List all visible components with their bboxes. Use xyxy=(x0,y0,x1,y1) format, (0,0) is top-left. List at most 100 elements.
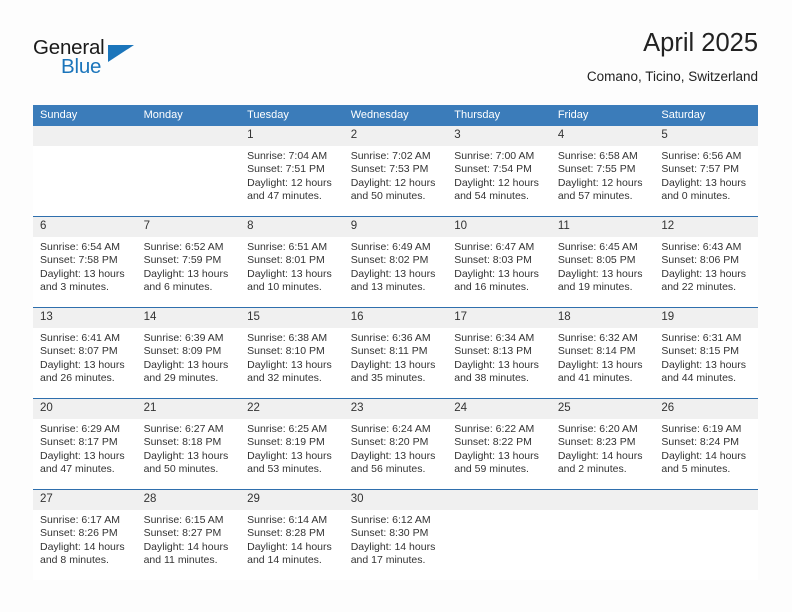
day-sun-info: Sunrise: 6:39 AM Sunset: 8:09 PM Daylight:… xyxy=(137,328,241,386)
sunset-text: Sunset: 8:10 PM xyxy=(247,345,325,358)
weekday-header-wednesday: Wednesday xyxy=(343,105,448,126)
calendar-day-cell[interactable]: 24 Sunrise: 6:22 AM Sunset: 8:22 PM Dayligh… xyxy=(447,398,551,490)
sunrise-text: Sunrise: 6:25 AM xyxy=(247,423,328,435)
sunset-text: Sunset: 8:18 PM xyxy=(143,436,222,449)
calendar-day-cell[interactable]: 12 Sunrise: 6:43 AM Sunset: 8:06 PM Dayligh… xyxy=(654,216,758,308)
calendar-day-cell[interactable]: 1 Sunrise: 7:04 AM Sunset: 7:51 PM Daylight… xyxy=(240,126,344,217)
day-number: 19 xyxy=(654,308,758,328)
day-number xyxy=(654,490,758,510)
day-sun-info: Sunrise: 6:27 AM Sunset: 8:18 PM Daylight:… xyxy=(137,419,241,477)
calendar-day-cell[interactable]: 25 Sunrise: 6:20 AM Sunset: 8:23 PM Dayligh… xyxy=(550,398,655,490)
day-number: 28 xyxy=(136,490,241,510)
calendar-day-cell[interactable]: 15 Sunrise: 6:38 AM Sunset: 8:10 PM Dayligh… xyxy=(240,307,344,399)
calendar-day-cell[interactable]: 16 Sunrise: 6:36 AM Sunset: 8:11 PM Dayligh… xyxy=(343,307,448,399)
day-number: 25 xyxy=(550,399,655,419)
day-sun-info: Sunrise: 6:49 AM Sunset: 8:02 PM Daylight:… xyxy=(344,237,448,295)
day-number: 30 xyxy=(343,490,448,510)
sunrise-text: Sunrise: 6:56 AM xyxy=(661,150,742,162)
daylight-text: Daylight: 13 hours and 47 minutes. xyxy=(40,449,125,476)
sunrise-text: Sunrise: 6:38 AM xyxy=(247,332,328,344)
calendar-day-cell[interactable]: 22 Sunrise: 6:25 AM Sunset: 8:19 PM Dayligh… xyxy=(240,398,344,490)
calendar-day-cell[interactable]: 7 Sunrise: 6:52 AM Sunset: 7:59 PM Daylight… xyxy=(136,216,241,308)
sunrise-text: Sunrise: 7:02 AM xyxy=(350,150,431,162)
calendar-day-cell[interactable]: 19 Sunrise: 6:31 AM Sunset: 8:15 PM Dayligh… xyxy=(654,307,758,399)
sunset-text: Sunset: 7:55 PM xyxy=(557,163,636,176)
day-sun-info: Sunrise: 6:32 AM Sunset: 8:14 PM Daylight:… xyxy=(551,328,655,386)
calendar-day-cell[interactable]: 29 Sunrise: 6:14 AM Sunset: 8:28 PM Dayligh… xyxy=(240,489,344,580)
calendar-day-cell[interactable]: 4 Sunrise: 6:58 AM Sunset: 7:55 PM Daylight… xyxy=(550,126,655,217)
daylight-text: Daylight: 13 hours and 50 minutes. xyxy=(143,449,229,476)
daylight-text: Daylight: 13 hours and 6 minutes. xyxy=(143,267,229,294)
calendar-day-cell[interactable]: 5 Sunrise: 6:56 AM Sunset: 7:57 PM Daylight… xyxy=(654,126,758,217)
daylight-text: Daylight: 13 hours and 38 minutes. xyxy=(454,358,539,385)
day-sun-info: Sunrise: 6:19 AM Sunset: 8:24 PM Daylight:… xyxy=(654,419,758,477)
sunset-text: Sunset: 8:17 PM xyxy=(40,436,118,449)
sunset-text: Sunset: 7:54 PM xyxy=(454,163,532,176)
calendar-day-cell[interactable]: 10 Sunrise: 6:47 AM Sunset: 8:03 PM Dayligh… xyxy=(447,216,551,308)
calendar-day-cell-empty xyxy=(550,489,655,580)
general-blue-logo[interactable]: General Blue xyxy=(33,36,153,84)
day-number: 8 xyxy=(240,217,344,237)
calendar-day-cell[interactable]: 26 Sunrise: 6:19 AM Sunset: 8:24 PM Dayligh… xyxy=(654,398,758,490)
weekday-header-friday: Friday xyxy=(550,105,655,126)
day-sun-info: Sunrise: 6:25 AM Sunset: 8:19 PM Daylight:… xyxy=(240,419,344,477)
calendar-day-cell[interactable]: 9 Sunrise: 6:49 AM Sunset: 8:02 PM Daylight… xyxy=(343,216,448,308)
day-number: 26 xyxy=(654,399,758,419)
day-sun-info: Sunrise: 7:00 AM Sunset: 7:54 PM Daylight:… xyxy=(447,146,551,204)
month-calendar: Sunday Monday Tuesday Wednesday Thursday Frid… xyxy=(33,105,758,580)
calendar-body: 1 Sunrise: 7:04 AM Sunset: 7:51 PM Daylight… xyxy=(33,126,758,580)
day-number: 7 xyxy=(136,217,241,237)
day-sun-info: Sunrise: 6:56 AM Sunset: 7:57 PM Daylight:… xyxy=(654,146,758,204)
page-title: April 2025 xyxy=(643,29,758,57)
day-sun-info: Sunrise: 6:47 AM Sunset: 8:03 PM Daylight:… xyxy=(447,237,551,295)
calendar-day-cell[interactable]: 30 Sunrise: 6:12 AM Sunset: 8:30 PM Dayligh… xyxy=(343,489,448,580)
day-number xyxy=(33,126,137,146)
sunrise-text: Sunrise: 6:22 AM xyxy=(454,423,535,435)
day-number: 17 xyxy=(447,308,551,328)
calendar-day-cell[interactable]: 2 Sunrise: 7:02 AM Sunset: 7:53 PM Daylight… xyxy=(343,126,448,217)
day-sun-info: Sunrise: 7:02 AM Sunset: 7:53 PM Daylight:… xyxy=(344,146,448,204)
day-number: 11 xyxy=(550,217,655,237)
calendar-day-cell[interactable]: 6 Sunrise: 6:54 AM Sunset: 7:58 PM Daylight… xyxy=(33,216,137,308)
sunrise-text: Sunrise: 6:36 AM xyxy=(350,332,431,344)
calendar-day-cell[interactable]: 20 Sunrise: 6:29 AM Sunset: 8:17 PM Dayligh… xyxy=(33,398,137,490)
daylight-text: Daylight: 14 hours and 8 minutes. xyxy=(40,540,125,567)
calendar-day-cell[interactable]: 3 Sunrise: 7:00 AM Sunset: 7:54 PM Daylight… xyxy=(447,126,551,217)
day-sun-info: Sunrise: 6:12 AM Sunset: 8:30 PM Daylight:… xyxy=(344,510,448,568)
sunset-text: Sunset: 8:30 PM xyxy=(350,527,429,540)
calendar-day-cell[interactable]: 23 Sunrise: 6:24 AM Sunset: 8:20 PM Dayligh… xyxy=(343,398,448,490)
sunrise-text: Sunrise: 6:12 AM xyxy=(350,514,431,526)
calendar-day-cell[interactable]: 13 Sunrise: 6:41 AM Sunset: 8:07 PM Dayligh… xyxy=(33,307,137,399)
calendar-day-cell[interactable]: 11 Sunrise: 6:45 AM Sunset: 8:05 PM Dayligh… xyxy=(550,216,655,308)
weekday-header-saturday: Saturday xyxy=(654,105,758,126)
day-number: 5 xyxy=(654,126,758,146)
day-sun-info: Sunrise: 6:41 AM Sunset: 8:07 PM Daylight:… xyxy=(33,328,137,386)
day-number: 13 xyxy=(33,308,137,328)
sunrise-text: Sunrise: 6:41 AM xyxy=(40,332,120,344)
day-number: 1 xyxy=(240,126,344,146)
sunrise-text: Sunrise: 6:43 AM xyxy=(661,241,742,253)
daylight-text: Daylight: 14 hours and 17 minutes. xyxy=(350,540,436,567)
sunrise-text: Sunrise: 7:04 AM xyxy=(247,150,328,162)
calendar-day-cell[interactable]: 8 Sunrise: 6:51 AM Sunset: 8:01 PM Daylight… xyxy=(240,216,344,308)
calendar-day-cell-empty xyxy=(136,126,241,217)
day-sun-info: Sunrise: 6:52 AM Sunset: 7:59 PM Daylight:… xyxy=(137,237,241,295)
daylight-text: Daylight: 13 hours and 35 minutes. xyxy=(350,358,436,385)
calendar-day-cell[interactable]: 17 Sunrise: 6:34 AM Sunset: 8:13 PM Dayligh… xyxy=(447,307,551,399)
calendar-day-cell[interactable]: 18 Sunrise: 6:32 AM Sunset: 8:14 PM Dayligh… xyxy=(550,307,655,399)
day-number: 4 xyxy=(550,126,655,146)
calendar-day-cell[interactable]: 28 Sunrise: 6:15 AM Sunset: 8:27 PM Dayligh… xyxy=(136,489,241,580)
day-sun-info: Sunrise: 6:45 AM Sunset: 8:05 PM Daylight:… xyxy=(551,237,655,295)
sunset-text: Sunset: 8:09 PM xyxy=(143,345,222,358)
day-number: 27 xyxy=(33,490,137,510)
calendar-day-cell[interactable]: 14 Sunrise: 6:39 AM Sunset: 8:09 PM Dayligh… xyxy=(136,307,241,399)
calendar-day-cell[interactable]: 21 Sunrise: 6:27 AM Sunset: 8:18 PM Dayligh… xyxy=(136,398,241,490)
daylight-text: Daylight: 14 hours and 2 minutes. xyxy=(557,449,643,476)
sunset-text: Sunset: 8:01 PM xyxy=(247,254,325,267)
calendar-day-cell[interactable]: 27 Sunrise: 6:17 AM Sunset: 8:26 PM Dayligh… xyxy=(33,489,137,580)
sunset-text: Sunset: 8:05 PM xyxy=(557,254,636,267)
sunset-text: Sunset: 8:06 PM xyxy=(661,254,740,267)
sunrise-text: Sunrise: 7:00 AM xyxy=(454,150,535,162)
weekday-header-monday: Monday xyxy=(136,105,241,126)
daylight-text: Daylight: 13 hours and 3 minutes. xyxy=(40,267,125,294)
